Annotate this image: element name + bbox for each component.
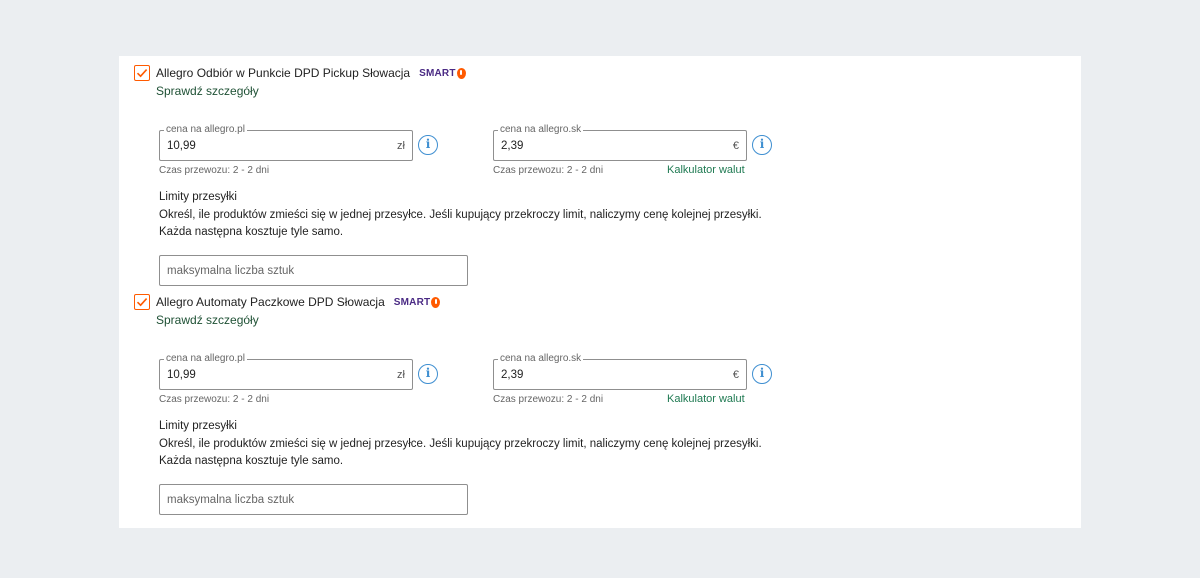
price-sk-currency: € [732,369,739,381]
info-icon[interactable]: i [418,364,438,384]
price-sk-field[interactable]: cena na allegro.sk 2,39 € [493,124,747,161]
currency-calculator-link[interactable]: Kalkulator walut [667,164,745,176]
max-quantity-input[interactable] [159,484,468,515]
smart-badge: SMART [393,296,441,308]
delivery-method-dpd-lockers: Allegro Automaty Paczkowe DPD Słowacja S… [119,285,1081,515]
limits-description-line: Określ, ile produktów zmieści się w jedn… [159,209,762,221]
delivery-methods-panel: Allegro Odbiór w Punkcie DPD Pickup Słow… [119,56,1081,528]
price-pl-value[interactable]: 10,99 [167,369,196,381]
price-sk-value[interactable]: 2,39 [501,369,523,381]
checkmark-icon [136,298,148,307]
price-pl-field[interactable]: cena na allegro.pl 10,99 zł [159,353,413,390]
transit-time-sk: Czas przewozu: 2 - 2 dni [493,165,604,176]
price-pl-currency: zł [397,140,405,152]
smart-drop-icon [456,67,466,79]
price-sk-field[interactable]: cena na allegro.sk 2,39 € [493,353,747,390]
delivery-method-dpd-pickup: Allegro Odbiór w Punkcie DPD Pickup Słow… [119,56,1081,286]
price-sk-value[interactable]: 2,39 [501,140,523,152]
info-icon[interactable]: i [418,135,438,155]
details-link[interactable]: Sprawdź szczegóły [156,313,259,327]
method-title-text: Allegro Automaty Paczkowe DPD Słowacja [156,295,385,309]
info-icon[interactable]: i [752,135,772,155]
currency-calculator-link[interactable]: Kalkulator walut [667,393,745,405]
transit-time-sk: Czas przewozu: 2 - 2 dni [493,394,604,405]
price-sk-label: cena na allegro.sk [498,353,584,365]
limits-title: Limity przesyłki [159,420,237,432]
method-checkbox[interactable] [134,294,150,310]
smart-badge-text: SMART [419,67,456,79]
info-icon[interactable]: i [752,364,772,384]
smart-badge: SMART [419,67,466,79]
method-title: Allegro Automaty Paczkowe DPD Słowacja S… [156,295,441,309]
limits-title: Limity przesyłki [159,191,237,203]
transit-time-pl: Czas przewozu: 2 - 2 dni [159,165,270,176]
checkmark-icon [136,69,148,78]
limits-description: Określ, ile produktów zmieści się w jedn… [159,436,779,470]
details-link[interactable]: Sprawdź szczegóły [156,84,259,98]
price-pl-field[interactable]: cena na allegro.pl 10,99 zł [159,124,413,161]
price-sk-currency: € [732,140,739,152]
method-title-text: Allegro Odbiór w Punkcie DPD Pickup Słow… [156,66,411,80]
transit-time-pl: Czas przewozu: 2 - 2 dni [159,394,270,405]
smart-drop-icon [431,296,441,308]
limits-description: Określ, ile produktów zmieści się w jedn… [159,207,779,241]
price-pl-currency: zł [397,369,405,381]
max-quantity-input[interactable] [159,255,468,286]
smart-badge-text: SMART [393,296,431,308]
method-title: Allegro Odbiór w Punkcie DPD Pickup Słow… [156,66,466,80]
limits-description-line: Każda następna kosztuje tyle samo. [159,226,344,238]
price-pl-label: cena na allegro.pl [164,124,247,136]
limits-description-line: Każda następna kosztuje tyle samo. [159,455,344,467]
price-pl-label: cena na allegro.pl [164,353,247,365]
price-pl-value[interactable]: 10,99 [167,140,196,152]
price-sk-label: cena na allegro.sk [498,124,584,136]
method-checkbox[interactable] [134,65,150,81]
limits-description-line: Określ, ile produktów zmieści się w jedn… [159,438,762,450]
